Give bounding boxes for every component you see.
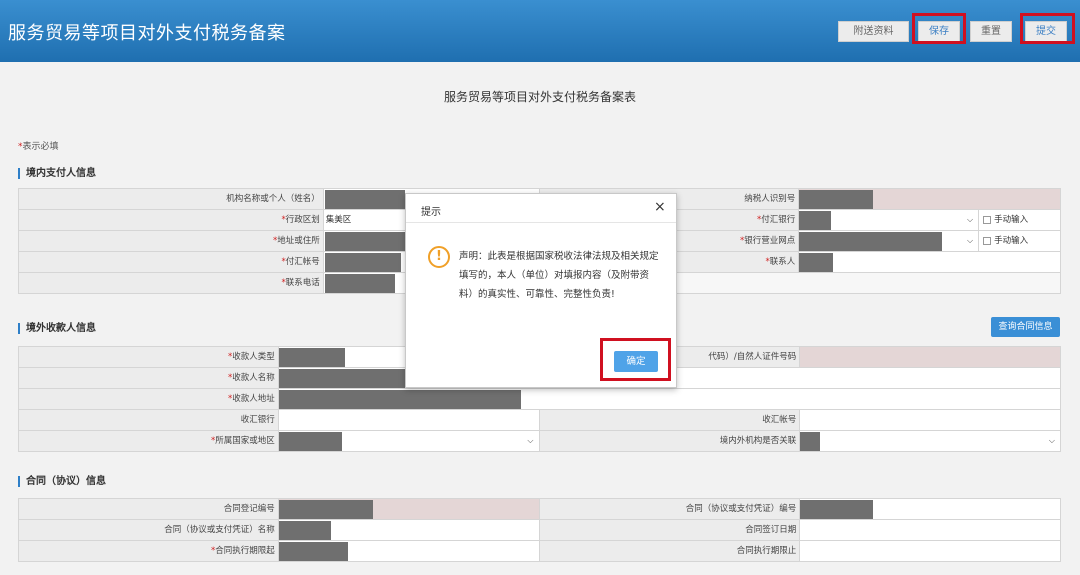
- payee-account-label: 收汇帐号: [539, 410, 801, 431]
- bank-branch-select[interactable]: ⌵: [799, 231, 980, 252]
- pay-bank-manual-checkbox[interactable]: 手动输入: [979, 210, 1061, 231]
- country-select[interactable]: ⌵: [278, 431, 540, 452]
- confirm-highlight-box: [600, 338, 671, 381]
- payee-bank-label: 收汇银行: [19, 410, 279, 431]
- payee-account-field[interactable]: [800, 410, 1061, 431]
- bank-branch-manual-checkbox[interactable]: 手动输入: [979, 231, 1061, 252]
- payee-type-label: *收款人类型: [19, 347, 279, 368]
- address-label: *地址或住所: [19, 231, 324, 252]
- contract-end-label: 合同执行期限止: [539, 541, 801, 562]
- payee-id-field[interactable]: [800, 347, 1061, 368]
- account-label: *付汇帐号: [19, 252, 324, 273]
- contract-reg-no-field[interactable]: [278, 499, 540, 520]
- query-contract-button[interactable]: 查询合同信息: [991, 317, 1060, 337]
- sign-date-field[interactable]: [800, 520, 1061, 541]
- org-name-label: 机构名称或个人（姓名）: [19, 189, 324, 210]
- chevron-down-icon: ⌵: [1048, 436, 1055, 445]
- page-title: 服务贸易等项目对外支付税务备案: [8, 23, 286, 44]
- payee-address-label: *收款人地址: [19, 389, 279, 410]
- contact-field[interactable]: [799, 252, 1061, 273]
- chevron-down-icon: ⌵: [967, 236, 974, 245]
- form-title: 服务贸易等项目对外支付税务备案表: [443, 90, 636, 104]
- chevron-down-icon: ⌵: [967, 215, 974, 224]
- district-label: *行政区划: [19, 210, 324, 231]
- section-contract-title: 合同（协议）信息: [18, 476, 106, 487]
- payee-address-field[interactable]: [278, 389, 1061, 410]
- checkbox-icon: [983, 215, 992, 224]
- contract-end-field[interactable]: [800, 541, 1061, 562]
- section-payer-title: 境内支付人信息: [18, 168, 96, 179]
- chevron-down-icon: ⌵: [527, 436, 534, 445]
- contract-start-label: *合同执行期限起: [19, 541, 279, 562]
- pay-bank-select[interactable]: ⌵: [799, 210, 980, 231]
- contract-name-label: 合同（协议或支付凭证）名称: [19, 520, 279, 541]
- save-highlight-box: [912, 13, 966, 44]
- phone-label: *联系电话: [19, 273, 324, 294]
- taxpayer-id-field[interactable]: [799, 189, 1061, 210]
- contract-no-field[interactable]: [800, 499, 1061, 520]
- checkbox-icon: [983, 236, 992, 245]
- payee-name-label: *收款人名称: [19, 368, 279, 389]
- submit-highlight-box: [1020, 13, 1075, 44]
- required-note: *表示必填: [18, 142, 59, 152]
- reset-button[interactable]: 重置: [970, 21, 1012, 42]
- contract-grid: 合同登记编号 合同（协议或支付凭证）编号 合同（协议或支付凭证）名称 合同签订日…: [18, 498, 1061, 562]
- section-payee-title: 境外收款人信息: [18, 323, 96, 334]
- attach-materials-button[interactable]: 附送资料: [838, 21, 909, 42]
- dialog-message: 声明：此表是根据国家税收法律法规及相关规定填写的，本人（单位）对填报内容（及附带…: [459, 251, 659, 300]
- country-label: *所属国家或地区: [19, 431, 279, 452]
- contract-reg-no-label: 合同登记编号: [19, 499, 279, 520]
- dialog-header: 提示 ×: [406, 194, 676, 223]
- sign-date-label: 合同签订日期: [539, 520, 801, 541]
- warning-icon: !: [428, 246, 450, 268]
- related-select[interactable]: ⌵: [800, 431, 1061, 452]
- contract-no-label: 合同（协议或支付凭证）编号: [539, 499, 801, 520]
- contract-start-field[interactable]: [278, 541, 540, 562]
- related-label: 境内外机构是否关联: [539, 431, 801, 452]
- close-icon[interactable]: ×: [654, 199, 666, 215]
- dialog-title: 提示: [421, 207, 441, 218]
- payee-bank-field[interactable]: [278, 410, 540, 431]
- contract-name-field[interactable]: [278, 520, 540, 541]
